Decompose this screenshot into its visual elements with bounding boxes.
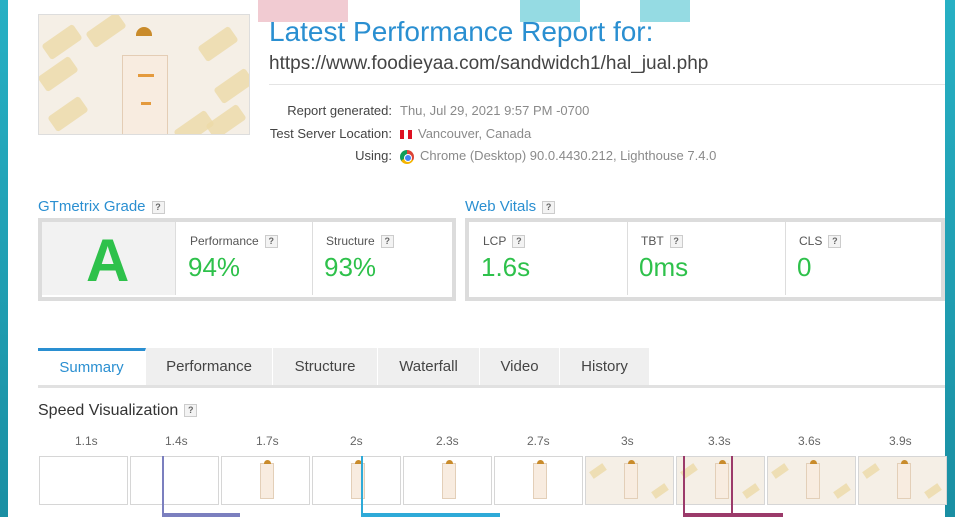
- meta-value: Thu, Jul 29, 2021 9:57 PM -0700: [400, 103, 590, 118]
- time-tick: 2.3s: [436, 434, 459, 448]
- vitals-heading: Web Vitals?: [465, 198, 556, 215]
- time-tick: 3.3s: [708, 434, 731, 448]
- filmstrip-frame[interactable]: [585, 456, 674, 505]
- filmstrip-frame[interactable]: [312, 456, 401, 505]
- fully-loaded-marker: [731, 456, 733, 517]
- metric-tbt: TBT? 0ms: [627, 222, 785, 295]
- metric-label: TBT: [641, 234, 664, 248]
- help-icon[interactable]: ?: [512, 235, 526, 249]
- divider: [269, 84, 945, 85]
- help-icon[interactable]: ?: [828, 235, 842, 249]
- time-tick: 1.1s: [75, 434, 98, 448]
- grade-panel: A Performance? 94% Structure? 93%: [38, 218, 456, 301]
- metric-value: 0ms: [639, 252, 689, 282]
- filmstrip-frame[interactable]: [403, 456, 492, 505]
- onload-marker-line: [683, 513, 783, 517]
- report-url[interactable]: https://www.foodieyaa.com/sandwidch1/hal…: [269, 53, 708, 75]
- metric-value: 94%: [188, 252, 241, 282]
- right-decor-bar: [945, 0, 955, 517]
- speed-visualization-heading: Speed Visualization?: [38, 402, 198, 420]
- time-tick: 2.7s: [527, 434, 550, 448]
- canada-flag-icon: [400, 130, 412, 140]
- lcp-marker-line: [361, 513, 500, 517]
- time-tick: 3.6s: [798, 434, 821, 448]
- help-icon[interactable]: ?: [184, 404, 198, 418]
- metric-value: 93%: [324, 252, 377, 282]
- filmstrip-frame[interactable]: [767, 456, 856, 505]
- metric-lcp: LCP? 1.6s: [469, 222, 627, 295]
- grade-heading: GTmetrix Grade?: [38, 198, 165, 215]
- meta-value: Chrome (Desktop) 90.0.4430.212, Lighthou…: [420, 148, 717, 163]
- report-tabs: Summary Performance Structure Waterfall …: [38, 348, 945, 388]
- vitals-panel: LCP? 1.6s TBT? 0ms CLS? 0: [465, 218, 945, 301]
- page-screenshot-thumbnail[interactable]: [38, 14, 250, 135]
- metric-performance: Performance? 94%: [176, 222, 312, 295]
- metric-label: LCP: [483, 234, 507, 248]
- ttfb-marker: [162, 456, 164, 517]
- help-icon[interactable]: ?: [542, 200, 556, 214]
- metric-cls: CLS? 0: [785, 222, 941, 295]
- filmstrip-frame[interactable]: [858, 456, 947, 505]
- tab-summary[interactable]: Summary: [38, 348, 146, 385]
- meta-label: Test Server Location:: [269, 126, 392, 141]
- metric-label: Structure: [326, 234, 375, 248]
- help-icon[interactable]: ?: [669, 235, 683, 249]
- metric-value: 1.6s: [481, 252, 531, 282]
- metric-label: CLS: [799, 234, 823, 248]
- time-tick: 3s: [621, 434, 634, 448]
- grade-letter: A: [86, 227, 130, 294]
- help-icon[interactable]: ?: [151, 200, 165, 214]
- tab-performance[interactable]: Performance: [146, 348, 273, 385]
- tab-structure[interactable]: Structure: [273, 348, 378, 385]
- tab-video[interactable]: Video: [480, 348, 560, 385]
- time-tick: 1.7s: [256, 434, 279, 448]
- meta-value: Vancouver, Canada: [418, 126, 532, 141]
- time-tick: 1.4s: [165, 434, 188, 448]
- filmstrip-frame[interactable]: [676, 456, 765, 505]
- help-icon[interactable]: ?: [380, 235, 394, 249]
- lcp-marker: [361, 456, 363, 517]
- help-icon[interactable]: ?: [264, 235, 278, 249]
- meta-label: Report generated:: [287, 103, 392, 118]
- filmstrip-frame[interactable]: [494, 456, 583, 505]
- metric-value: 0: [797, 252, 812, 282]
- tab-waterfall[interactable]: Waterfall: [378, 348, 480, 385]
- filmstrip-frame[interactable]: [39, 456, 128, 505]
- time-tick: 3.9s: [889, 434, 912, 448]
- metric-structure: Structure? 93%: [312, 222, 452, 295]
- metric-label: Performance: [190, 234, 259, 248]
- filmstrip-frame[interactable]: [130, 456, 219, 505]
- chrome-icon: [400, 149, 414, 164]
- grade-cell: A: [42, 222, 176, 295]
- filmstrip-frame[interactable]: [221, 456, 310, 505]
- tab-history[interactable]: History: [560, 348, 650, 385]
- time-tick: 2s: [350, 434, 363, 448]
- onload-marker: [683, 456, 685, 517]
- meta-label: Using:: [355, 148, 392, 163]
- report-title: Latest Performance Report for:: [269, 16, 654, 47]
- left-decor-bar: [0, 0, 8, 517]
- ttfb-marker-line: [162, 513, 240, 517]
